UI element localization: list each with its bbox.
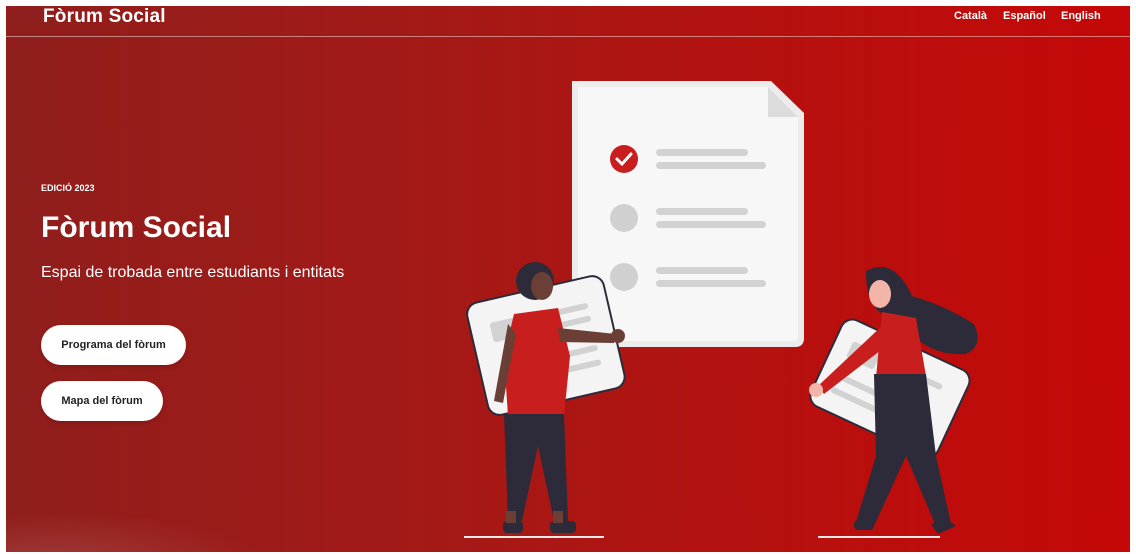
site-logo[interactable]: Fòrum Social: [43, 6, 166, 28]
program-button[interactable]: Programa del fòrum: [41, 325, 186, 365]
unchecked-item-icon: [610, 204, 638, 232]
lang-link-english[interactable]: English: [1061, 10, 1101, 22]
man-figure-icon: [466, 262, 626, 533]
map-button[interactable]: Mapa del fòrum: [41, 381, 163, 421]
unchecked-item-icon: [610, 263, 638, 291]
lang-link-catala[interactable]: Català: [954, 10, 987, 22]
lang-link-espanol[interactable]: Español: [1003, 10, 1046, 22]
page-subtitle: Espai de trobada entre estudiants i enti…: [41, 264, 345, 281]
checklist-illustration: [464, 81, 978, 538]
woman-figure-icon: [809, 266, 978, 534]
edition-label: EDICIÓ 2023: [41, 183, 95, 193]
page-title: Fòrum Social: [41, 211, 232, 244]
hero-section: Fòrum Social Català Español English EDIC…: [6, 6, 1130, 552]
site-header: Fòrum Social Català Español English: [6, 6, 1130, 37]
decorative-fade: [6, 512, 266, 552]
checked-item-icon: [610, 145, 638, 173]
